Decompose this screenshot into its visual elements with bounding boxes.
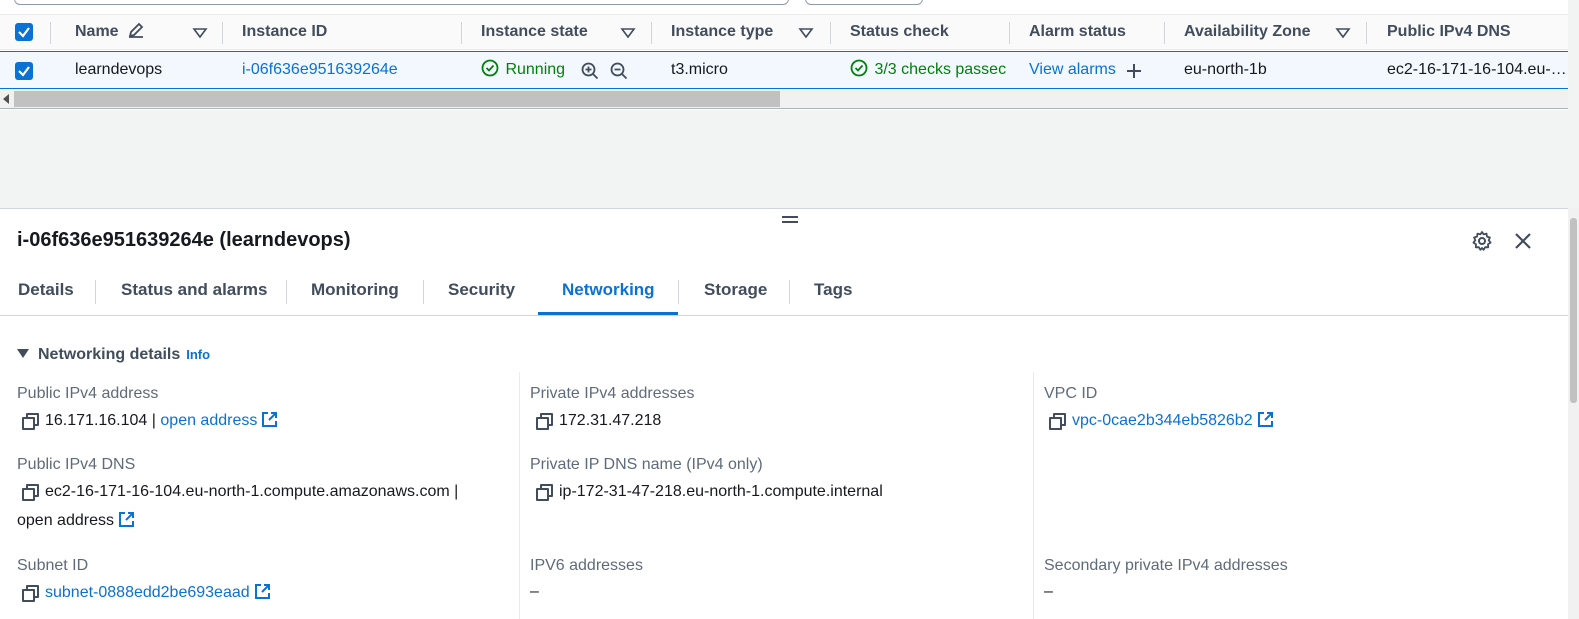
details-split-panel: i-06f636e951639264e (learndevops) Detail… xyxy=(0,208,1568,619)
view-alarms-link[interactable]: View alarms xyxy=(1029,52,1116,88)
tab-list: Details Status and alarms Monitoring Sec… xyxy=(0,269,1568,316)
filter-dropdown[interactable] xyxy=(805,0,923,5)
copy-icon[interactable] xyxy=(536,484,553,501)
zoom-out-icon[interactable] xyxy=(610,62,628,80)
tab-tags[interactable]: Tags xyxy=(814,269,852,315)
sort-down-icon[interactable] xyxy=(1335,25,1351,41)
horizontal-scrollbar[interactable] xyxy=(0,89,1568,109)
private-ipv4-value: 172.31.47.218 xyxy=(536,411,661,430)
column-header-public-dns[interactable]: Public IPv4 DNS xyxy=(1387,15,1511,51)
copy-icon[interactable] xyxy=(22,585,39,602)
tab-status-and-alarms[interactable]: Status and alarms xyxy=(121,269,267,315)
copy-icon[interactable] xyxy=(536,413,553,430)
secondary-ipv4-label: Secondary private IPv4 addresses xyxy=(1044,557,1288,574)
external-link-icon xyxy=(1257,412,1273,427)
table-empty-area xyxy=(0,110,1568,208)
private-dns-label: Private IP DNS name (IPv4 only) xyxy=(530,456,763,473)
subnet-link[interactable]: subnet-0888edd2be693eaad xyxy=(45,584,271,601)
sort-down-icon[interactable] xyxy=(620,25,636,41)
column-header-status-check[interactable]: Status check xyxy=(850,15,949,51)
copy-icon[interactable] xyxy=(22,484,39,501)
tab-security[interactable]: Security xyxy=(448,269,515,315)
column-header-instance-id[interactable]: Instance ID xyxy=(242,15,327,51)
column-header-instance-state[interactable]: Instance state xyxy=(481,15,588,51)
add-icon[interactable] xyxy=(1125,62,1143,80)
panel-title: i-06f636e951639264e (learndevops) xyxy=(17,229,351,251)
secondary-ipv4-value: – xyxy=(1044,583,1053,600)
open-address-link[interactable]: open address xyxy=(17,511,135,530)
subnet-value: subnet-0888edd2be693eaad xyxy=(22,583,271,602)
info-link[interactable]: Info xyxy=(186,347,210,362)
open-address-link[interactable]: open address xyxy=(160,412,278,429)
table-row[interactable]: learndevops i-06f636e951639264e Running … xyxy=(0,51,1568,89)
select-all-checkbox[interactable] xyxy=(15,23,33,41)
vpc-label: VPC ID xyxy=(1044,385,1098,402)
networking-details-header[interactable]: Networking details Info xyxy=(17,346,210,364)
column-header-instance-type[interactable]: Instance type xyxy=(671,15,773,51)
public-dns-value: ec2-16-171-16-104.eu-north-1.compute.ama… xyxy=(22,482,458,501)
private-dns-value: ip-172-31-47-218.eu-north-1.compute.inte… xyxy=(536,482,883,501)
instance-id-link[interactable]: i-06f636e951639264e xyxy=(242,52,398,88)
external-link-icon xyxy=(118,512,134,527)
scroll-thumb[interactable] xyxy=(1570,218,1577,403)
column-header-name[interactable]: Name xyxy=(75,15,145,51)
caret-down-icon xyxy=(17,349,29,358)
sort-down-icon[interactable] xyxy=(798,25,814,41)
cell-availability-zone: eu-north-1b xyxy=(1184,61,1267,78)
vertical-scrollbar[interactable] xyxy=(1568,208,1579,619)
public-ipv4-label: Public IPv4 address xyxy=(17,385,159,402)
cell-public-dns: ec2-16-171-16-104.eu-… xyxy=(1387,61,1567,78)
vpc-link[interactable]: vpc-0cae2b344eb5826b2 xyxy=(1072,412,1274,429)
tab-networking[interactable]: Networking xyxy=(562,269,655,315)
ipv6-label: IPV6 addresses xyxy=(530,557,643,574)
edit-icon xyxy=(128,22,144,38)
cell-name: learndevops xyxy=(75,61,163,78)
private-ipv4-label: Private IPv4 addresses xyxy=(530,385,695,402)
sort-down-icon[interactable] xyxy=(192,25,208,41)
public-ipv4-value: 16.171.16.104 | open address xyxy=(22,411,278,430)
zoom-in-icon[interactable] xyxy=(581,62,599,80)
success-icon xyxy=(850,59,868,77)
active-tab-indicator xyxy=(538,312,678,315)
column-header-alarm-status[interactable]: Alarm status xyxy=(1029,15,1126,51)
tab-monitoring[interactable]: Monitoring xyxy=(311,269,399,315)
filter-bar xyxy=(0,0,1579,14)
copy-icon[interactable] xyxy=(22,413,39,430)
cell-status-check: 3/3 checks passec xyxy=(850,52,1010,88)
tab-details[interactable]: Details xyxy=(18,269,74,315)
tab-storage[interactable]: Storage xyxy=(704,269,767,315)
table-header: Name Instance ID Instance state Instance… xyxy=(0,14,1568,50)
column-header-availability-zone[interactable]: Availability Zone xyxy=(1184,15,1311,51)
cell-instance-type: t3.micro xyxy=(671,61,728,78)
cell-instance-state: Running xyxy=(481,52,565,88)
vpc-value: vpc-0cae2b344eb5826b2 xyxy=(1049,411,1274,430)
ipv6-value: – xyxy=(530,583,539,600)
external-link-icon xyxy=(262,412,278,427)
success-icon xyxy=(481,59,499,77)
resize-handle[interactable] xyxy=(782,216,798,224)
scroll-thumb[interactable] xyxy=(14,91,780,107)
subnet-label: Subnet ID xyxy=(17,557,89,574)
row-checkbox[interactable] xyxy=(15,62,33,80)
scroll-left-icon[interactable] xyxy=(3,94,9,104)
close-icon[interactable] xyxy=(1513,231,1533,251)
copy-icon[interactable] xyxy=(1049,413,1066,430)
public-dns-label: Public IPv4 DNS xyxy=(17,456,136,473)
gear-icon[interactable] xyxy=(1471,230,1493,252)
search-input[interactable] xyxy=(14,0,789,5)
external-link-icon xyxy=(254,584,270,599)
